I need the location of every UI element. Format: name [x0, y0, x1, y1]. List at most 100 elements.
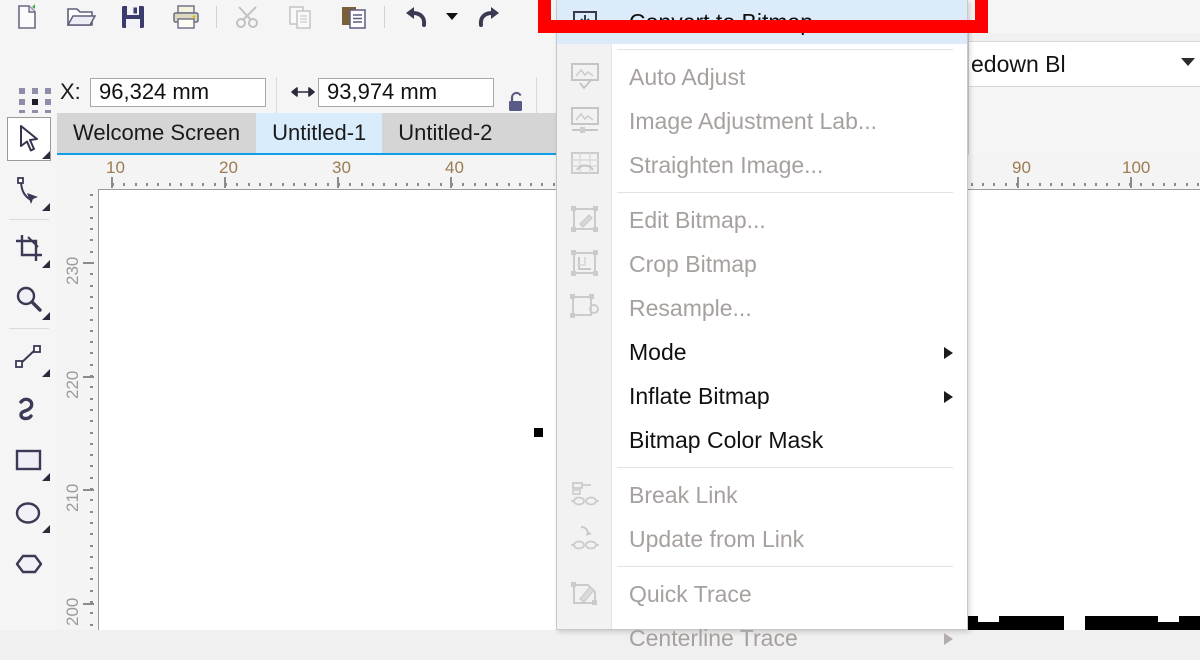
new-document-icon[interactable]: [0, 1, 53, 32]
pick-tool-flyout-arrow[interactable]: [42, 151, 50, 159]
vruler-label-200: 200: [63, 597, 82, 626]
unlocked-padlock-icon[interactable]: [506, 91, 528, 115]
menu-item-centerline-trace[interactable]: Centerline Trace: [557, 616, 967, 660]
polygon-tool[interactable]: [0, 539, 57, 591]
toolbox-divider: [8, 219, 49, 220]
straighten-image-icon: [565, 149, 605, 181]
rectangle-tool-flyout-arrow[interactable]: [42, 473, 50, 481]
redo-icon[interactable]: [462, 1, 515, 32]
menu-item-label: Crop Bitmap: [629, 250, 757, 277]
hruler-label-30: 30: [332, 158, 351, 177]
hruler-label-10: 10: [106, 158, 125, 177]
coreldraw-window: X: 96,324 mm Y: 187,738 mm 93,974 mm 50,…: [0, 0, 1200, 651]
menu-item-edit-bitmap[interactable]: Edit Bitmap...: [557, 198, 967, 242]
menu-item-inflate-bitmap[interactable]: Inflate Bitmap: [557, 374, 967, 418]
menu-item-resample[interactable]: Resample...: [557, 286, 967, 330]
toolbox-divider-2: [8, 328, 49, 329]
submenu-arrow-icon: [944, 633, 953, 645]
menu-item-label: Update from Link: [629, 525, 805, 552]
undo-dropdown-icon[interactable]: [442, 1, 462, 32]
font-name-field[interactable]: edown Bl: [969, 42, 1200, 87]
artistic-media-tool-icon: [7, 387, 51, 431]
chevron-down-icon[interactable]: [1181, 58, 1195, 66]
edit-bitmap-icon: [565, 204, 605, 236]
menu-separator-4: [617, 566, 953, 567]
vruler-label-210: 210: [63, 483, 82, 512]
width-input[interactable]: 93,974 mm: [318, 77, 494, 107]
open-document-icon[interactable]: [53, 1, 106, 32]
freehand-tool[interactable]: [0, 331, 57, 383]
menu-item-label: Inflate Bitmap: [629, 382, 770, 409]
ellipse-tool[interactable]: [0, 487, 57, 539]
selection-handle[interactable]: [532, 426, 545, 439]
convert-to-bitmap-icon: [565, 6, 605, 38]
freehand-tool-flyout-arrow[interactable]: [42, 369, 50, 377]
menu-item-mode[interactable]: Mode: [557, 330, 967, 374]
update-from-link-icon: [565, 523, 605, 555]
shape-tool-flyout-arrow[interactable]: [42, 203, 50, 211]
vruler-label-220: 220: [63, 370, 82, 399]
menu-item-auto-adjust[interactable]: Auto Adjust: [557, 55, 967, 99]
rectangle-tool[interactable]: [0, 435, 57, 487]
polygon-tool-icon: [7, 543, 51, 587]
crop-tool-flyout-arrow[interactable]: [42, 260, 50, 268]
menu-item-label: Auto Adjust: [629, 63, 746, 90]
print-icon[interactable]: [159, 1, 212, 32]
resample-icon: [565, 292, 605, 324]
auto-adjust-icon: [565, 61, 605, 93]
font-name-value: edown Bl: [971, 50, 1066, 77]
hruler-label-100: 100: [1122, 158, 1151, 177]
zoom-tool[interactable]: [0, 274, 57, 326]
menu-item-image-adjustment-lab[interactable]: Image Adjustment Lab...: [557, 99, 967, 143]
vruler-tick-200: [83, 603, 94, 605]
toolbox: [0, 113, 58, 630]
text-properties-docker: edown Bl: [968, 33, 1200, 155]
vertical-ruler[interactable]: 230 220 210 200: [57, 189, 99, 630]
tab-untitled-2[interactable]: Untitled-2: [382, 113, 509, 153]
menu-separator-2: [617, 192, 953, 193]
menu-item-break-link[interactable]: Break Link: [557, 473, 967, 517]
menu-item-convert-to-bitmap[interactable]: Convert to Bitmap...: [557, 0, 967, 44]
hruler-label-40: 40: [445, 158, 464, 177]
menu-item-crop-bitmap[interactable]: Crop Bitmap: [557, 242, 967, 286]
hruler-label-90: 90: [1012, 158, 1031, 177]
menu-item-label: Convert to Bitmap...: [629, 8, 833, 35]
ellipse-tool-flyout-arrow[interactable]: [42, 525, 50, 533]
bitmaps-menu[interactable]: Convert to Bitmap... Auto Adjust Image A…: [556, 0, 968, 651]
vruler-label-230: 230: [63, 256, 82, 285]
undo-icon[interactable]: [389, 1, 442, 32]
submenu-arrow-icon: [944, 347, 953, 359]
width-arrows-icon: [288, 77, 318, 107]
toolbar-divider: [216, 5, 217, 28]
pick-tool[interactable]: [0, 113, 57, 165]
hruler-label-20: 20: [219, 158, 238, 177]
tab-welcome-screen[interactable]: Welcome Screen: [57, 113, 257, 153]
artistic-media-tool[interactable]: [0, 383, 57, 435]
save-document-icon[interactable]: [106, 1, 159, 32]
shape-tool[interactable]: [0, 165, 57, 217]
break-link-icon: [565, 479, 605, 511]
toolbar-divider-2: [384, 5, 385, 28]
docker-header: [969, 33, 1200, 42]
menu-item-update-from-link[interactable]: Update from Link: [557, 517, 967, 561]
paste-icon[interactable]: [327, 1, 380, 32]
width-row: 93,974 mm: [288, 75, 494, 109]
menu-item-label: Edit Bitmap...: [629, 206, 766, 233]
menu-item-straighten-image[interactable]: Straighten Image...: [557, 143, 967, 187]
menu-item-label: Bitmap Color Mask: [629, 426, 824, 453]
menu-item-quick-trace[interactable]: Quick Trace: [557, 572, 967, 616]
menu-item-label: Image Adjustment Lab...: [629, 107, 878, 134]
crop-tool[interactable]: [0, 222, 57, 274]
x-label: X:: [60, 79, 81, 104]
menu-item-bitmap-color-mask[interactable]: Bitmap Color Mask: [557, 418, 967, 462]
menu-item-label: Resample...: [629, 294, 752, 321]
purple-letterforms-artwork[interactable]: [960, 610, 1200, 630]
tab-untitled-1[interactable]: Untitled-1: [256, 113, 383, 153]
menu-item-label: Mode: [629, 338, 687, 365]
zoom-tool-flyout-arrow[interactable]: [42, 312, 50, 320]
menu-separator-3: [617, 467, 953, 468]
x-position-row: X: 96,324 mm: [60, 75, 266, 109]
menu-item-label: Straighten Image...: [629, 151, 824, 178]
x-position-input[interactable]: 96,324 mm: [90, 77, 266, 107]
crop-bitmap-icon: [565, 248, 605, 280]
